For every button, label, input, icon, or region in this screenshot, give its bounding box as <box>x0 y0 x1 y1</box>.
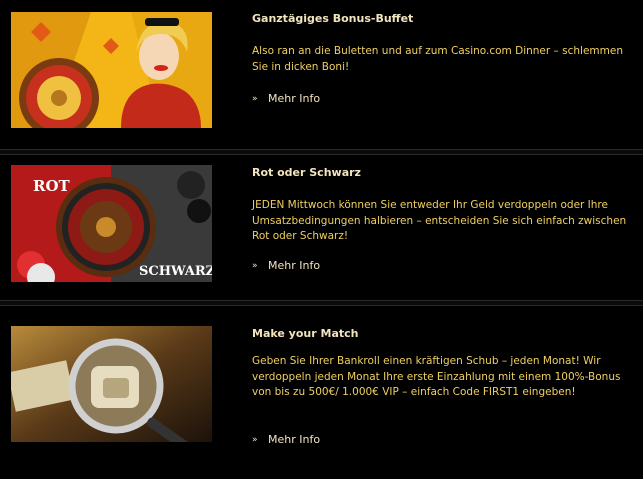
promo-title: Ganztägiges Bonus-Buffet <box>252 12 414 25</box>
promo-title: Rot oder Schwarz <box>252 166 361 179</box>
promo-description: Geben Sie Ihrer Bankroll einen kräftigen… <box>252 355 621 398</box>
double-chevron-right-icon: » <box>252 93 258 104</box>
promo-image-pinup-roulette[interactable] <box>11 12 212 128</box>
promo-image-roulette-wheel[interactable]: ROT SCHWARZ <box>11 165 212 282</box>
double-chevron-right-icon: » <box>252 260 258 271</box>
more-info-label: Mehr Info <box>268 259 321 272</box>
promo-card-rot-oder-schwarz: ROT SCHWARZ Rot oder Schwarz JEDEN Mittw… <box>0 154 643 301</box>
more-info-link[interactable]: » Mehr Info <box>252 92 320 105</box>
image-label-schwarz: SCHWARZ <box>139 264 212 279</box>
promo-card-make-your-match: Make your Match Geben Sie Ihrer Bankroll… <box>0 305 643 479</box>
more-info-label: Mehr Info <box>268 92 321 105</box>
more-info-link[interactable]: » Mehr Info <box>252 433 320 446</box>
promo-description: JEDEN Mittwoch können Sie entweder Ihr G… <box>252 199 627 242</box>
promotions-page: Ganztägiges Bonus-Buffet Also ran an die… <box>0 0 643 479</box>
promo-description: Also ran an die Buletten und auf zum Cas… <box>252 45 623 73</box>
image-label-rot: ROT <box>33 177 71 195</box>
more-info-link[interactable]: » Mehr Info <box>252 259 320 272</box>
promo-title: Make your Match <box>252 327 359 340</box>
promo-card-bonus-buffet: Ganztägiges Bonus-Buffet Also ran an die… <box>0 0 643 150</box>
more-info-label: Mehr Info <box>268 433 321 446</box>
promo-image-money-magnifier[interactable] <box>11 326 212 442</box>
double-chevron-right-icon: » <box>252 434 258 445</box>
